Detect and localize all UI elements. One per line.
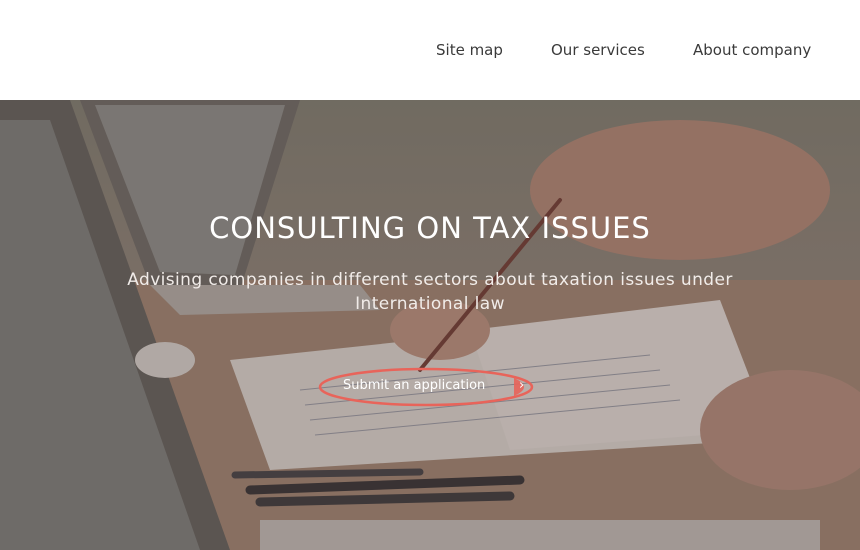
- chevron-right-icon: ›: [519, 378, 525, 393]
- hero-overlay: [0, 100, 860, 550]
- hero-section: CONSULTING ON TAX ISSUES Advising compan…: [0, 100, 860, 550]
- hero-title: CONSULTING ON TAX ISSUES: [209, 211, 651, 245]
- cta-label: Submit an application: [343, 378, 486, 393]
- nav-link-site-map[interactable]: Site map: [436, 40, 503, 60]
- nav-link-our-services[interactable]: Our services: [551, 40, 645, 60]
- hero-subtitle: Advising companies in different sectors …: [127, 270, 733, 314]
- site-header: Site map Our services About company: [0, 0, 860, 100]
- nav-link-about-company[interactable]: About company: [693, 40, 811, 60]
- submit-application-button[interactable]: Submit an application ›: [318, 366, 538, 408]
